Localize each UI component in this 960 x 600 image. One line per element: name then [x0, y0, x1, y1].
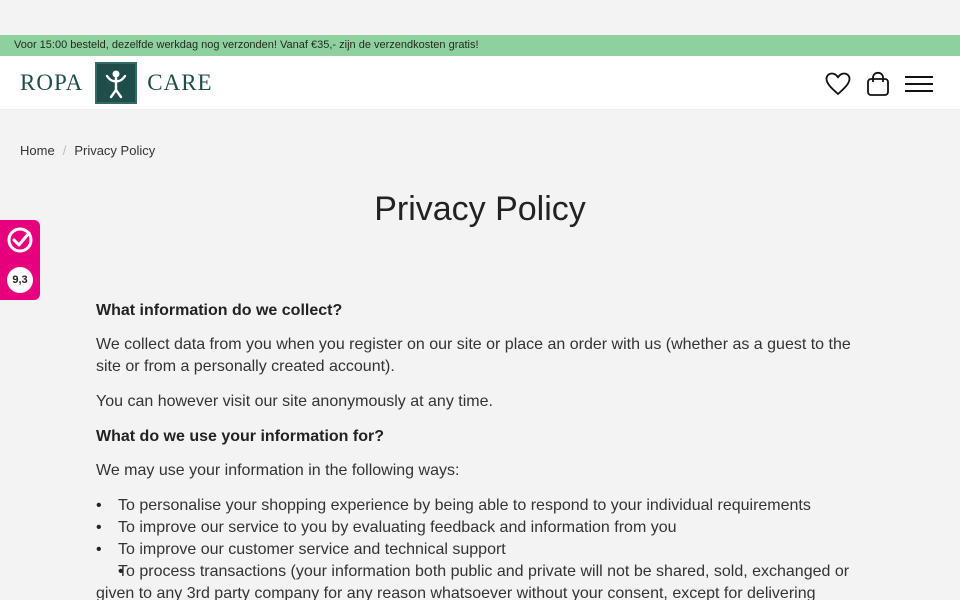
review-score: 9,3	[7, 267, 33, 293]
promo-bar: Voor 15:00 besteld, dezelfde werkdag nog…	[0, 35, 960, 56]
paragraph-anonymous: You can however visit our site anonymous…	[96, 393, 493, 410]
shopping-bag-icon[interactable]	[864, 70, 892, 98]
site-header: ROPA CARE	[0, 56, 960, 110]
breadcrumb-separator: /	[62, 143, 67, 158]
review-check-icon	[6, 226, 34, 259]
breadcrumb-current: Privacy Policy	[74, 143, 156, 158]
list-item: To improve our service to you by evaluat…	[96, 517, 866, 539]
top-spacer	[0, 0, 960, 35]
breadcrumb-home-link[interactable]: Home	[20, 143, 55, 158]
menu-icon[interactable]	[904, 70, 934, 98]
section-heading-use: What do we use your information for?	[96, 428, 384, 445]
list-item: To improve our customer service and tech…	[96, 539, 866, 561]
review-badge[interactable]: 9,3	[0, 220, 40, 300]
logo-text-right: CARE	[147, 70, 213, 95]
breadcrumb: Home / Privacy Policy	[20, 143, 155, 158]
heart-icon[interactable]	[824, 70, 852, 98]
paragraph-use-intro: We may use your information in the follo…	[96, 462, 460, 479]
use-list: To personalise your shopping experience …	[96, 495, 866, 600]
site-logo[interactable]: ROPA CARE	[20, 62, 213, 104]
logo-emblem-icon	[95, 62, 138, 104]
page-title: Privacy Policy	[374, 190, 586, 228]
logo-text-left: ROPA	[20, 70, 84, 95]
list-item: To process transactions (your informatio…	[96, 561, 866, 600]
section-heading-collect: What information do we collect?	[96, 302, 343, 319]
list-item: To personalise your shopping experience …	[96, 495, 866, 517]
promo-text: Voor 15:00 besteld, dezelfde werkdag nog…	[14, 39, 479, 51]
paragraph-collect: We collect data from you when you regist…	[96, 336, 851, 375]
header-actions	[824, 70, 934, 98]
privacy-content: What information do we collect? We colle…	[96, 300, 866, 600]
